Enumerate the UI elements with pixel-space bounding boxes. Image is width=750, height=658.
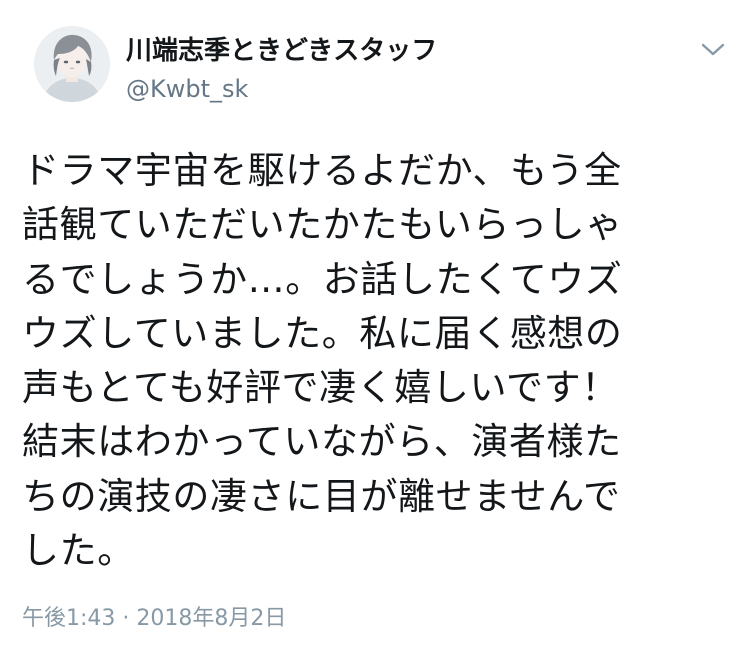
tweet-card: 川端志季ときどきスタッフ @Kwbt_sk ドラマ宇宙を駆けるよだか、もう全 話… — [0, 0, 750, 658]
chevron-down-icon — [701, 43, 725, 56]
tweet-timestamp[interactable]: 午後1:43 · 2018年8月2日 — [22, 604, 286, 634]
avatar-illustration-icon — [34, 26, 110, 102]
tweet-text: ドラマ宇宙を駆けるよだか、もう全 話観ていただいたかたもいらっしゃ るでしょうか… — [22, 149, 623, 573]
author-display-name[interactable]: 川端志季ときどきスタッフ — [126, 34, 437, 68]
author-handle[interactable]: @Kwbt_sk — [126, 74, 248, 104]
avatar[interactable] — [34, 26, 110, 102]
tweet-menu-button[interactable] — [698, 38, 728, 62]
